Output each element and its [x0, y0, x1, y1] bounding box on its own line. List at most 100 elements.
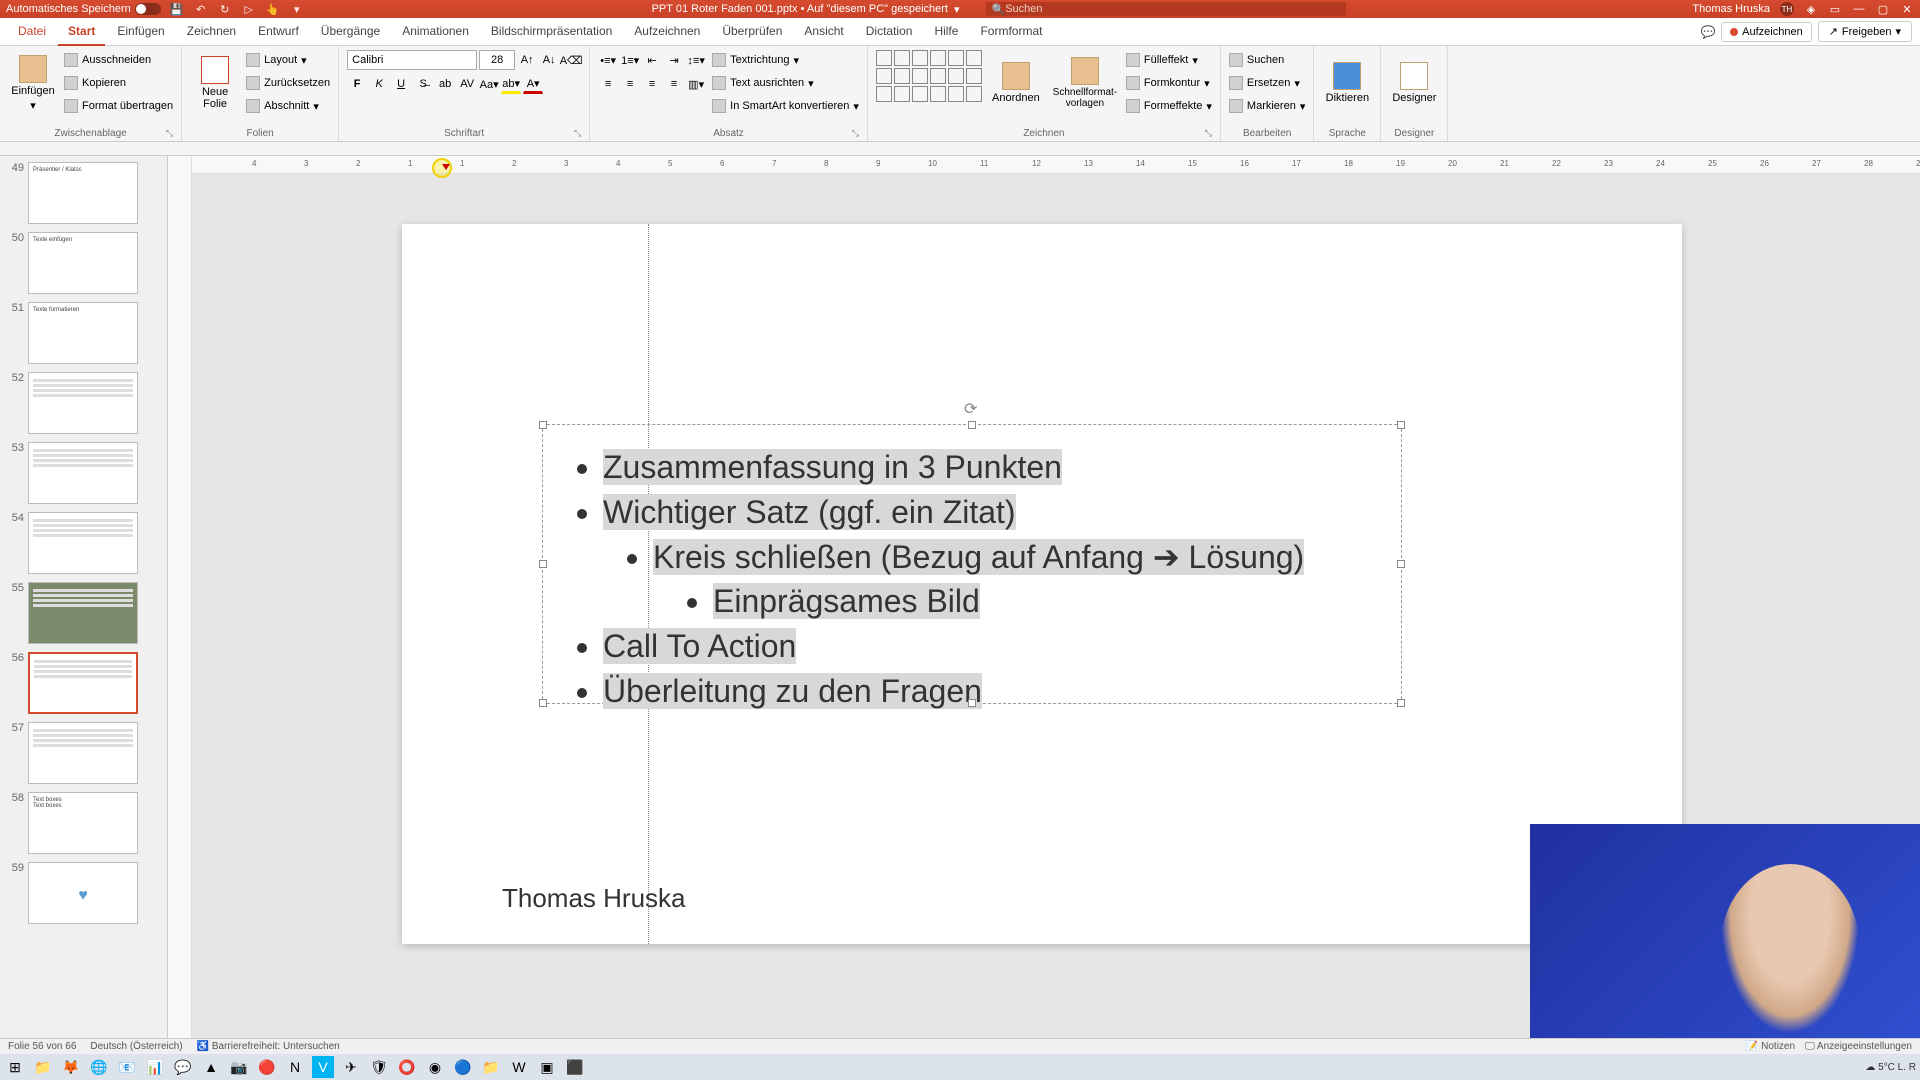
- fill-button[interactable]: Fülleffekt▾: [1126, 50, 1212, 70]
- replace-button[interactable]: Ersetzen▾: [1229, 73, 1305, 93]
- vlc-icon[interactable]: ▲: [200, 1056, 222, 1078]
- thumb-row[interactable]: 59♥: [4, 862, 163, 924]
- resize-handle[interactable]: [968, 699, 976, 707]
- coming-soon-icon[interactable]: ◈: [1804, 2, 1818, 16]
- app-icon[interactable]: ⭕: [396, 1056, 418, 1078]
- content-textbox[interactable]: Zusammenfassung in 3 Punkten Wichtiger Sa…: [542, 424, 1402, 704]
- smartart-button[interactable]: In SmartArt konvertieren▾: [712, 96, 859, 116]
- onenote-icon[interactable]: N: [284, 1056, 306, 1078]
- bullet-item[interactable]: Call To Action: [603, 624, 1371, 669]
- filename-dropdown-icon[interactable]: ▾: [954, 3, 960, 16]
- app-icon[interactable]: V: [312, 1056, 334, 1078]
- resize-handle[interactable]: [539, 699, 547, 707]
- bullet-list[interactable]: Zusammenfassung in 3 Punkten Wichtiger Sa…: [543, 425, 1401, 734]
- strike-button[interactable]: S̶: [413, 74, 433, 94]
- resize-handle[interactable]: [539, 560, 547, 568]
- bullet-text[interactable]: Einprägsames Bild: [713, 583, 980, 619]
- chrome-icon[interactable]: 🌐: [88, 1056, 110, 1078]
- cut-button[interactable]: Ausschneiden: [64, 50, 173, 70]
- reset-button[interactable]: Zurücksetzen: [246, 73, 330, 93]
- thumb-row[interactable]: 49Präsentier / Klatsc: [4, 162, 163, 224]
- tab-review[interactable]: Überprüfen: [712, 18, 792, 46]
- new-slide-button[interactable]: Neue Folie: [190, 50, 240, 116]
- tab-view[interactable]: Ansicht: [794, 18, 853, 46]
- bullets-button[interactable]: •≡▾: [598, 50, 618, 70]
- display-settings-button[interactable]: 🖵 Anzeigeeinstellungen: [1805, 1041, 1912, 1052]
- numbering-button[interactable]: 1≡▾: [620, 50, 640, 70]
- thumb-row[interactable]: 53: [4, 442, 163, 504]
- slide-thumb[interactable]: [28, 652, 138, 714]
- close-icon[interactable]: ✕: [1900, 2, 1914, 16]
- thumb-row[interactable]: 50Texte einfügen: [4, 232, 163, 294]
- tab-format[interactable]: Formformat: [970, 18, 1052, 46]
- slide-thumb[interactable]: [28, 442, 138, 504]
- vertical-ruler[interactable]: [168, 156, 192, 1038]
- username[interactable]: Thomas Hruska: [1692, 3, 1770, 15]
- bullet-text[interactable]: Überleitung zu den Fragen: [603, 673, 982, 709]
- find-button[interactable]: Suchen: [1229, 50, 1305, 70]
- touch-mode-icon[interactable]: 👆: [265, 2, 281, 16]
- bold-button[interactable]: F: [347, 74, 367, 94]
- tab-slideshow[interactable]: Bildschirmpräsentation: [481, 18, 622, 46]
- minimize-icon[interactable]: —: [1852, 2, 1866, 16]
- decrease-font-icon[interactable]: A↓: [539, 50, 559, 70]
- increase-font-icon[interactable]: A↑: [517, 50, 537, 70]
- from-beginning-icon[interactable]: ▷: [241, 2, 257, 16]
- save-icon[interactable]: 💾: [169, 2, 185, 16]
- record-button[interactable]: Aufzeichnen: [1721, 22, 1812, 42]
- thumb-row[interactable]: 52: [4, 372, 163, 434]
- share-button[interactable]: ↗Freigeben▾: [1818, 21, 1912, 42]
- undo-icon[interactable]: ↶: [193, 2, 209, 16]
- tab-transitions[interactable]: Übergänge: [311, 18, 390, 46]
- slide-thumb[interactable]: Texte formatieren: [28, 302, 138, 364]
- tab-file[interactable]: Datei: [8, 18, 56, 46]
- ribbon-mode-icon[interactable]: ▭: [1828, 2, 1842, 16]
- resize-handle[interactable]: [968, 421, 976, 429]
- rotate-handle-icon[interactable]: ⟳: [964, 399, 980, 415]
- section-button[interactable]: Abschnitt▾: [246, 96, 330, 116]
- slide-thumb[interactable]: [28, 372, 138, 434]
- resize-handle[interactable]: [1397, 560, 1405, 568]
- powerpoint-icon[interactable]: 📊: [144, 1056, 166, 1078]
- horizontal-ruler[interactable]: 4321123456789101112131415161718192021222…: [192, 156, 1920, 174]
- arrange-button[interactable]: Anordnen: [988, 50, 1044, 116]
- app-icon[interactable]: 🛡: [368, 1056, 390, 1078]
- thumb-row[interactable]: 57: [4, 722, 163, 784]
- app-icon[interactable]: ▣: [536, 1056, 558, 1078]
- word-icon[interactable]: W: [508, 1056, 530, 1078]
- app-icon[interactable]: ⬛: [564, 1056, 586, 1078]
- maximize-icon[interactable]: ▢: [1876, 2, 1890, 16]
- align-left-button[interactable]: ≡: [598, 74, 618, 94]
- resize-handle[interactable]: [1397, 421, 1405, 429]
- highlight-button[interactable]: ab▾: [501, 74, 521, 94]
- tab-insert[interactable]: Einfügen: [107, 18, 174, 46]
- tab-dictation[interactable]: Dictation: [856, 18, 923, 46]
- thumb-row[interactable]: 58Text boxes Text boxes: [4, 792, 163, 854]
- columns-button[interactable]: ▥▾: [686, 74, 706, 94]
- accessibility-status[interactable]: ♿ Barrierefreiheit: Untersuchen: [197, 1041, 340, 1052]
- launcher-icon[interactable]: ⤡: [574, 128, 581, 139]
- spacing-button[interactable]: AV: [457, 74, 477, 94]
- case-button[interactable]: Aa▾: [479, 74, 499, 94]
- resize-handle[interactable]: [1397, 699, 1405, 707]
- align-text-button[interactable]: Text ausrichten▾: [712, 73, 859, 93]
- app-icon[interactable]: ◉: [424, 1056, 446, 1078]
- redo-icon[interactable]: ↻: [217, 2, 233, 16]
- search-box[interactable]: 🔍: [986, 2, 1346, 16]
- notes-button[interactable]: 📝 Notizen: [1746, 1041, 1795, 1052]
- bullet-text[interactable]: Wichtiger Satz (ggf. ein Zitat): [603, 494, 1016, 530]
- avatar[interactable]: TH: [1780, 2, 1794, 16]
- launcher-icon[interactable]: ⤡: [1205, 128, 1212, 139]
- bullet-text[interactable]: Zusammenfassung in 3 Punkten: [603, 449, 1062, 485]
- tab-record[interactable]: Aufzeichnen: [624, 18, 710, 46]
- weather-widget[interactable]: ☁ 5°C L. R: [1865, 1062, 1916, 1073]
- align-center-button[interactable]: ≡: [620, 74, 640, 94]
- paste-button[interactable]: Einfügen▾: [8, 50, 58, 116]
- firefox-icon[interactable]: 🦊: [60, 1056, 82, 1078]
- slide-counter[interactable]: Folie 56 von 66: [8, 1041, 76, 1052]
- toggle-switch[interactable]: [135, 3, 161, 15]
- app-icon[interactable]: 🔴: [256, 1056, 278, 1078]
- slide-thumb[interactable]: [28, 582, 138, 644]
- search-input[interactable]: [1005, 3, 1339, 15]
- tab-help[interactable]: Hilfe: [924, 18, 968, 46]
